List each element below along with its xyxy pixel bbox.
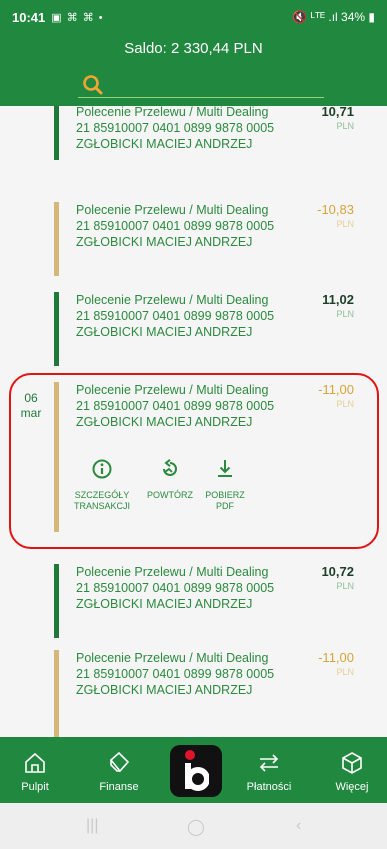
transaction-item[interactable]: Polecenie Przelewu / Multi Dealing 21 85… — [54, 106, 376, 160]
transaction-description: Polecenie Przelewu / Multi Dealing 21 85… — [76, 565, 275, 611]
transaction-amount: 10,72 PLN — [321, 564, 354, 591]
transaction-item[interactable]: Polecenie Przelewu / Multi Dealing 21 85… — [54, 564, 376, 638]
transaction-amount: 11,02 PLN — [322, 292, 354, 319]
transaction-currency: PLN — [336, 219, 354, 229]
balance-label: Saldo: 2 330,44 PLN — [124, 40, 263, 57]
system-navigation-bar: ||| ◯ ‹ — [0, 803, 387, 849]
transaction-description: Polecenie Przelewu / Multi Dealing 21 85… — [76, 106, 275, 151]
app-header: Saldo: 2 330,44 PLN — [0, 34, 387, 106]
tag-icon — [109, 751, 130, 773]
transaction-amount: -10,83 PLN — [317, 202, 354, 229]
transaction-currency: PLN — [336, 581, 354, 591]
nav-finanse[interactable]: Finanse — [84, 737, 154, 803]
cube-icon — [342, 752, 362, 774]
transaction-indicator — [54, 202, 59, 276]
transaction-amount: -11,00 PLN — [318, 650, 354, 677]
transaction-indicator — [54, 650, 59, 724]
transaction-item[interactable]: Polecenie Przelewu / Multi Dealing 21 85… — [54, 292, 376, 366]
nav-pulpit[interactable]: Pulpit — [0, 737, 70, 803]
home-button-icon[interactable]: ◯ — [187, 817, 205, 837]
search-input[interactable] — [78, 72, 324, 98]
bottom-navigation: Pulpit Finanse Płatności Więcej — [0, 737, 387, 803]
transaction-indicator — [54, 722, 59, 737]
highlight-annotation — [9, 373, 379, 549]
home-icon — [25, 752, 45, 773]
transfer-arrows-icon — [259, 754, 279, 772]
transaction-description: Polecenie Przelewu / Multi Dealing 21 85… — [76, 203, 275, 249]
status-bar: 10:41 ▣ ⌘ ⌘ • 🔇 ᴸᵀᴱ .ıl 34% ▮ — [0, 0, 387, 34]
back-icon[interactable]: ‹ — [296, 817, 301, 835]
search-icon[interactable] — [82, 74, 104, 96]
transaction-description: Polecenie Przelewu / Multi Dealing 21 85… — [76, 293, 275, 339]
recent-apps-icon[interactable]: ||| — [86, 817, 98, 835]
transaction-indicator — [54, 292, 59, 366]
transaction-indicator — [54, 106, 59, 160]
bank-logo-icon — [185, 750, 209, 791]
transaction-description: Polecenie Przelewu / Multi Dealing 21 85… — [76, 651, 275, 697]
transaction-item[interactable] — [54, 722, 376, 737]
nav-platnosci[interactable]: Płatności — [234, 737, 304, 803]
transaction-currency: PLN — [336, 309, 354, 319]
status-right-icons: 🔇 ᴸᵀᴱ .ıl 34% ▮ — [292, 10, 375, 24]
transaction-indicator — [54, 564, 59, 638]
transaction-currency: PLN — [336, 667, 354, 677]
transaction-amount: 10,71 PLN — [321, 106, 354, 131]
nav-wiecej[interactable]: Więcej — [317, 737, 387, 803]
transaction-item[interactable]: Polecenie Przelewu / Multi Dealing 21 85… — [54, 202, 376, 276]
notification-icons: ▣ ⌘ ⌘ • — [51, 11, 104, 24]
transaction-currency: PLN — [336, 121, 354, 131]
status-time: 10:41 — [12, 9, 46, 25]
bank-logo-button[interactable] — [170, 745, 222, 797]
transaction-item[interactable]: Polecenie Przelewu / Multi Dealing 21 85… — [54, 650, 376, 724]
